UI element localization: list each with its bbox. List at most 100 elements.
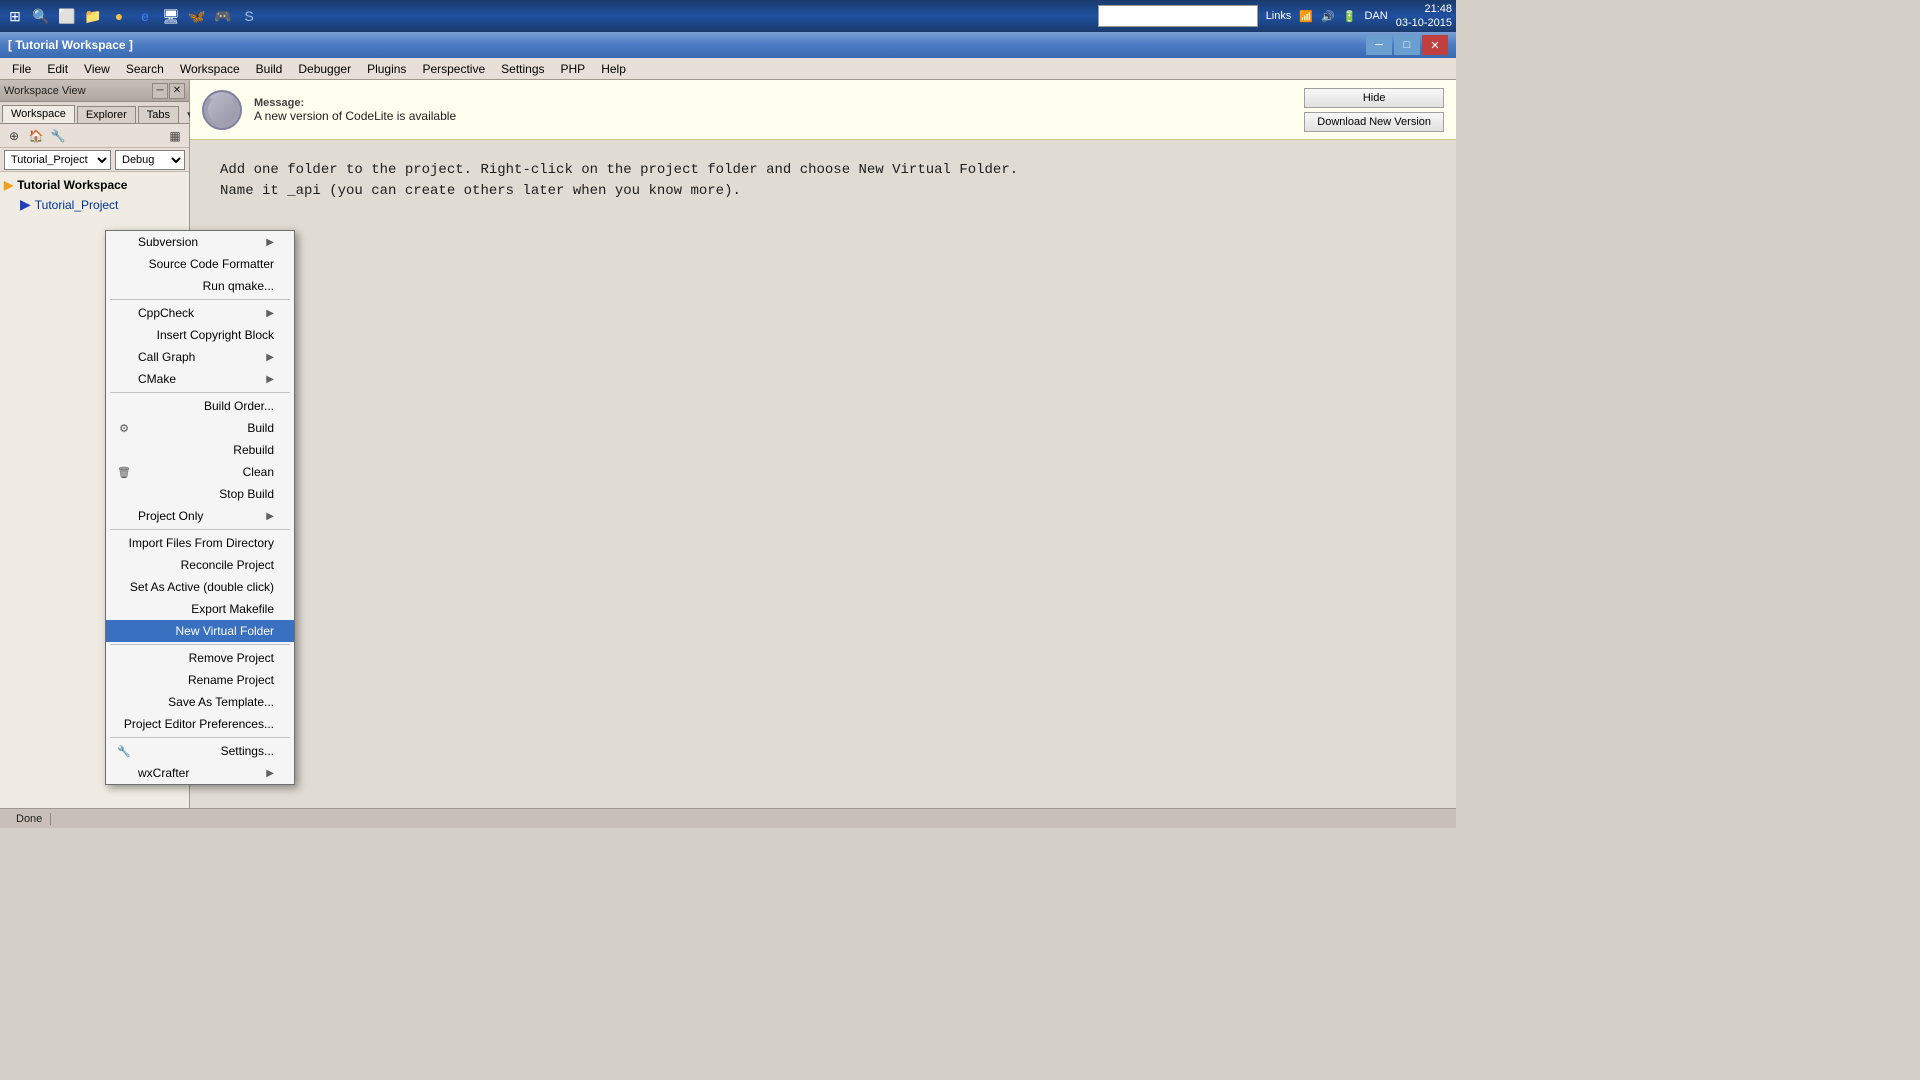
ctx-cppcheck-arrow: ▶	[266, 308, 274, 319]
ctx-set-active[interactable]: Set As Active (double click)	[106, 576, 294, 598]
ctx-insert-copyright-label: Insert Copyright Block	[157, 328, 274, 342]
codelite-icon	[202, 90, 242, 130]
ctx-new-virtual-folder[interactable]: New Virtual Folder	[106, 620, 294, 642]
ctx-settings-icon: 🔧	[114, 745, 134, 758]
ctx-stop-build[interactable]: Stop Build	[106, 483, 294, 505]
taskbar-search-box[interactable]	[1098, 5, 1258, 27]
taskbar-time: 21:48	[1396, 2, 1452, 16]
menu-plugins[interactable]: Plugins	[359, 60, 414, 78]
ctx-source-formatter[interactable]: Source Code Formatter	[106, 253, 294, 275]
toolbar-settings-btn[interactable]: 🔧	[48, 127, 68, 145]
hide-button[interactable]: Hide	[1304, 88, 1444, 108]
main-area: Workspace View ─ ✕ Workspace Explorer Ta…	[0, 80, 1456, 808]
taskbar-steam-icon[interactable]: S	[238, 5, 260, 27]
menu-settings[interactable]: Settings	[493, 60, 552, 78]
taskbar-task-icon[interactable]: ⬜	[56, 5, 78, 27]
ctx-build-icon: ⚙	[114, 422, 134, 435]
project-tree-item[interactable]: ▶ Tutorial_Project	[4, 194, 185, 215]
workspace-view-close-btn[interactable]: ✕	[169, 83, 185, 99]
ctx-call-graph[interactable]: Call Graph ▶	[106, 346, 294, 368]
context-menu: Subversion ▶ Source Code Formatter Run q…	[105, 230, 295, 785]
taskbar-username: DAN	[1364, 10, 1387, 22]
statusbar: Done	[0, 808, 1456, 828]
menu-file[interactable]: File	[4, 60, 39, 78]
ctx-build-order-label: Build Order...	[204, 399, 274, 413]
ctx-build[interactable]: ⚙ Build	[106, 417, 294, 439]
ctx-reconcile-project[interactable]: Reconcile Project	[106, 554, 294, 576]
tab-workspace[interactable]: Workspace	[2, 105, 75, 123]
taskbar-app1-icon[interactable]: 🖥	[160, 5, 182, 27]
taskbar-search-input[interactable]	[1099, 10, 1239, 22]
project-select[interactable]: Tutorial_Project	[4, 150, 111, 170]
ctx-source-formatter-label: Source Code Formatter	[149, 257, 274, 271]
ctx-sep-4	[110, 644, 290, 645]
ctx-project-only-label: Project Only	[138, 509, 203, 523]
menu-perspective[interactable]: Perspective	[414, 60, 493, 78]
ctx-sep-1	[110, 299, 290, 300]
ctx-cmake[interactable]: CMake ▶	[106, 368, 294, 390]
ctx-set-active-label: Set As Active (double click)	[130, 580, 274, 594]
ctx-run-qmake[interactable]: Run qmake...	[106, 275, 294, 297]
ctx-remove-project[interactable]: Remove Project	[106, 647, 294, 669]
toolbar-new-btn[interactable]: ⊕	[4, 127, 24, 145]
config-select[interactable]: Debug Release	[115, 150, 185, 170]
message-body: A new version of CodeLite is available	[254, 109, 1292, 123]
ctx-new-virtual-folder-label: New Virtual Folder	[176, 624, 274, 638]
menu-help[interactable]: Help	[593, 60, 634, 78]
ctx-settings[interactable]: 🔧 Settings...	[106, 740, 294, 762]
maximize-button[interactable]: □	[1394, 35, 1420, 55]
taskbar-links: Links	[1266, 10, 1292, 22]
menu-edit[interactable]: Edit	[39, 60, 76, 78]
ctx-subversion-label: Subversion	[138, 235, 198, 249]
ctx-rename-project[interactable]: Rename Project	[106, 669, 294, 691]
ctx-subversion[interactable]: Subversion ▶	[106, 231, 294, 253]
taskbar-right: Links 📶 🔊 🔋 DAN 21:48 03-10-2015	[1266, 2, 1452, 31]
taskbar-file-icon[interactable]: 📁	[82, 5, 104, 27]
taskbar-ie-icon[interactable]: e	[134, 5, 156, 27]
editor-line2: Name it _api (you can create others late…	[220, 181, 1426, 202]
ctx-build-order[interactable]: Build Order...	[106, 395, 294, 417]
ctx-rebuild[interactable]: Rebuild	[106, 439, 294, 461]
toolbar-home-btn[interactable]: 🏠	[26, 127, 46, 145]
taskbar-network-icon: 📶	[1299, 10, 1313, 23]
ctx-wxcrafter[interactable]: wxCrafter ▶	[106, 762, 294, 784]
menu-workspace[interactable]: Workspace	[172, 60, 248, 78]
taskbar-app3-icon[interactable]: 🎮	[212, 5, 234, 27]
message-label: Message:	[254, 97, 1292, 109]
project-label: Tutorial_Project	[35, 198, 119, 212]
ctx-export-makefile-label: Export Makefile	[191, 602, 274, 616]
menu-build[interactable]: Build	[248, 60, 291, 78]
menu-view[interactable]: View	[76, 60, 118, 78]
window-controls: ─ □ ✕	[1366, 35, 1448, 55]
ctx-clean[interactable]: 🗑 Clean	[106, 461, 294, 483]
ctx-insert-copyright[interactable]: Insert Copyright Block	[106, 324, 294, 346]
ctx-import-files[interactable]: Import Files From Directory	[106, 532, 294, 554]
ctx-run-qmake-label: Run qmake...	[203, 279, 274, 293]
minimize-button[interactable]: ─	[1366, 35, 1392, 55]
message-text-area: Message: A new version of CodeLite is av…	[254, 97, 1292, 123]
ctx-export-makefile[interactable]: Export Makefile	[106, 598, 294, 620]
ctx-save-template[interactable]: Save As Template...	[106, 691, 294, 713]
ctx-clean-icon: 🗑	[114, 466, 134, 479]
taskbar-search-icon[interactable]: 🔍	[30, 5, 52, 27]
taskbar-chrome-icon[interactable]: ●	[108, 5, 130, 27]
ctx-project-editor-prefs[interactable]: Project Editor Preferences...	[106, 713, 294, 735]
right-content: Message: A new version of CodeLite is av…	[190, 80, 1456, 808]
tab-tabs[interactable]: Tabs	[138, 106, 179, 123]
toolbar-expand-btn[interactable]: ▦	[165, 127, 185, 145]
menu-php[interactable]: PHP	[553, 60, 594, 78]
ctx-cppcheck-label: CppCheck	[138, 306, 194, 320]
taskbar-start-icon[interactable]: ⊞	[4, 5, 26, 27]
menu-search[interactable]: Search	[118, 60, 172, 78]
workspace-tree-item[interactable]: ▶ Tutorial Workspace	[4, 176, 185, 194]
ctx-project-only[interactable]: Project Only ▶	[106, 505, 294, 527]
download-new-version-button[interactable]: Download New Version	[1304, 112, 1444, 132]
ctx-cppcheck[interactable]: CppCheck ▶	[106, 302, 294, 324]
close-button[interactable]: ✕	[1422, 35, 1448, 55]
workspace-view-min-btn[interactable]: ─	[152, 83, 168, 99]
workspace-view-header: Workspace View ─ ✕	[0, 80, 189, 102]
tab-explorer[interactable]: Explorer	[77, 106, 136, 123]
menu-debugger[interactable]: Debugger	[290, 60, 359, 78]
status-text: Done	[8, 813, 51, 825]
taskbar-app2-icon[interactable]: 🦋	[186, 5, 208, 27]
